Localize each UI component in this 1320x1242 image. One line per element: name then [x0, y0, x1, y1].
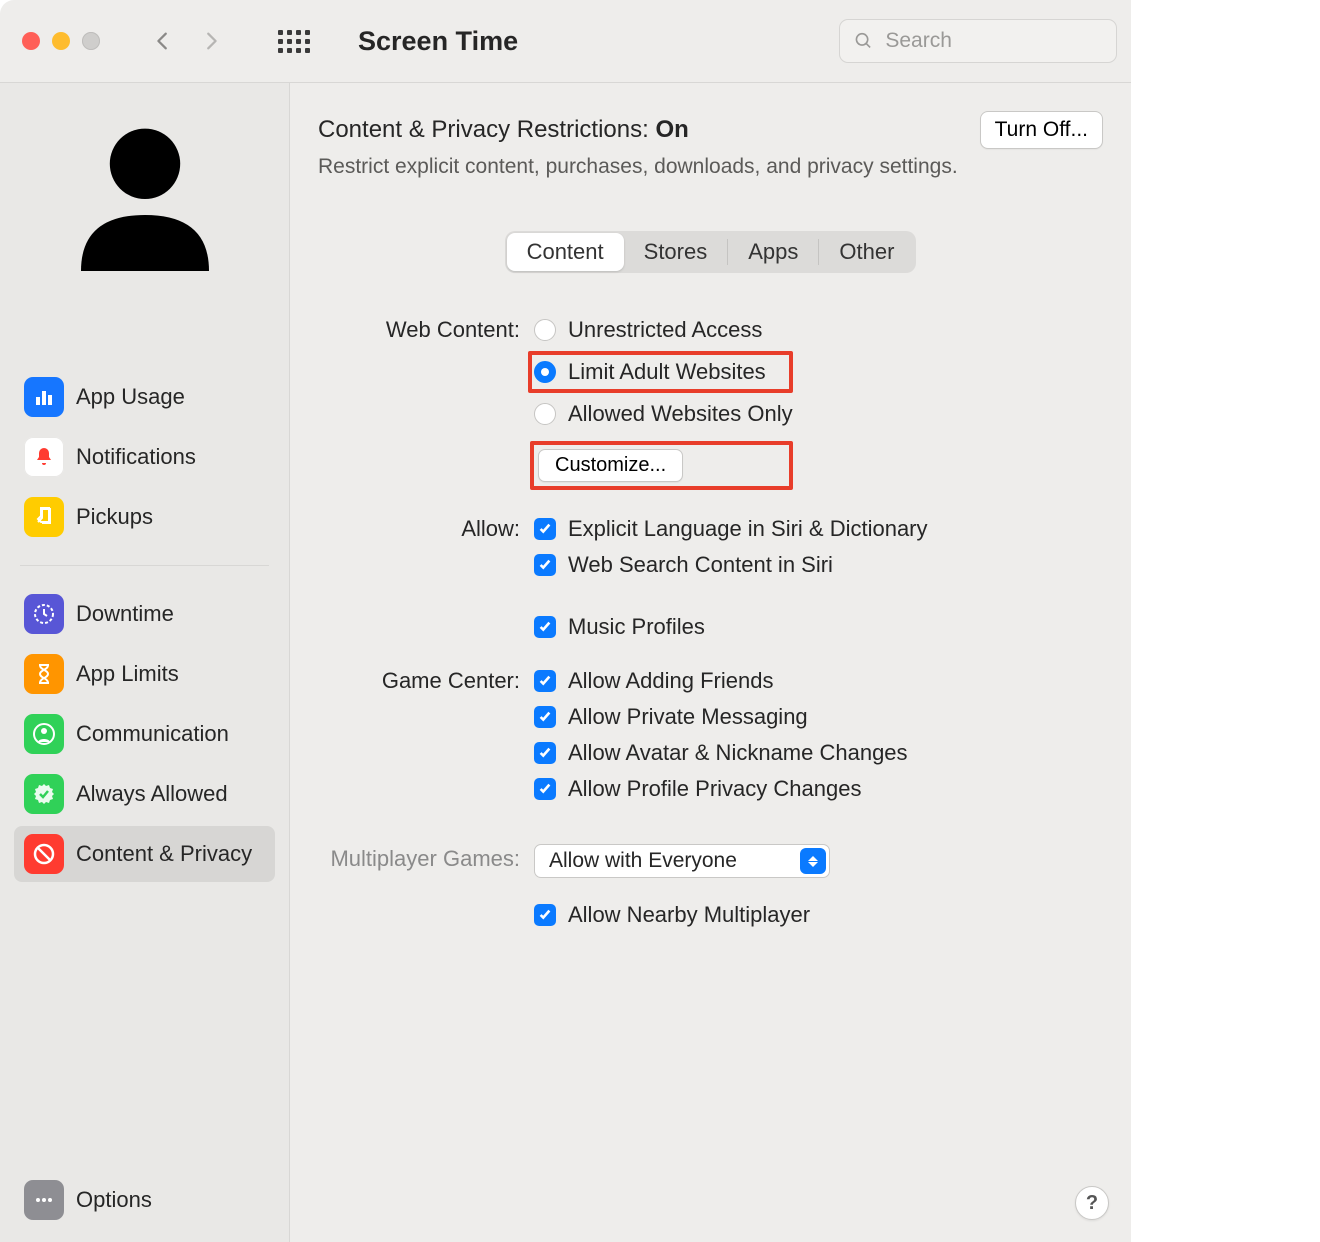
no-sign-icon: [24, 834, 64, 874]
customize-button[interactable]: Customize...: [538, 449, 683, 482]
sidebar-item-options[interactable]: Options: [14, 1172, 275, 1228]
sidebar-item-label: Communication: [76, 721, 229, 747]
radio-limit-adult[interactable]: Limit Adult Websites: [534, 357, 779, 387]
check-label: Allow Avatar & Nickname Changes: [568, 738, 908, 768]
check-label: Allow Adding Friends: [568, 666, 773, 696]
game-center-label: Game Center:: [318, 666, 534, 694]
show-all-icon[interactable]: [278, 30, 310, 53]
sidebar-item-label: Notifications: [76, 444, 196, 470]
section-heading: Content & Privacy Restrictions: On: [318, 116, 689, 144]
check-siri-explicit[interactable]: Explicit Language in Siri & Dictionary: [534, 514, 928, 544]
sidebar-item-downtime[interactable]: Downtime: [14, 586, 275, 642]
search-icon: [854, 30, 873, 52]
chevron-up-down-icon: [800, 848, 826, 874]
highlight-box: Customize...: [530, 441, 793, 490]
content-pane: Content & Privacy Restrictions: On Turn …: [290, 83, 1131, 1242]
check-music-profiles[interactable]: Music Profiles: [534, 612, 928, 642]
zoom-window-button[interactable]: [82, 32, 100, 50]
sidebar-item-app-usage[interactable]: App Usage: [14, 369, 275, 425]
radio-label: Allowed Websites Only: [568, 399, 793, 429]
back-icon[interactable]: [152, 30, 174, 52]
bell-icon: [24, 437, 64, 477]
check-gc-avatar[interactable]: Allow Avatar & Nickname Changes: [534, 738, 908, 768]
sidebar-item-label: Downtime: [76, 601, 174, 627]
sidebar-item-label: App Usage: [76, 384, 185, 410]
web-content-label: Web Content:: [318, 315, 534, 343]
radio-unrestricted[interactable]: Unrestricted Access: [534, 315, 793, 345]
allow-label: Allow:: [318, 514, 534, 542]
nav-arrows: [152, 30, 222, 52]
sidebar-item-notifications[interactable]: Notifications: [14, 429, 275, 485]
sidebar-item-label: App Limits: [76, 661, 179, 687]
help-button[interactable]: ?: [1075, 1186, 1109, 1220]
checkmark-icon: [534, 518, 556, 540]
sidebar-divider: [20, 565, 269, 566]
check-label: Music Profiles: [568, 612, 705, 642]
person-circle-icon: [24, 714, 64, 754]
sidebar-item-app-limits[interactable]: App Limits: [14, 646, 275, 702]
checkmark-icon: [534, 904, 556, 926]
check-label: Web Search Content in Siri: [568, 550, 833, 580]
clock-icon: [24, 594, 64, 634]
tab-bar: Content Stores Apps Other: [505, 231, 917, 273]
radio-icon: [534, 403, 556, 425]
multiplayer-label: Multiplayer Games:: [318, 844, 534, 872]
sidebar-item-pickups[interactable]: Pickups: [14, 489, 275, 545]
sidebar-item-label: Options: [76, 1187, 152, 1213]
person-icon: [65, 119, 225, 279]
checkmark-icon: [534, 742, 556, 764]
pickup-icon: [24, 497, 64, 537]
search-field[interactable]: [839, 19, 1117, 63]
sidebar-item-communication[interactable]: Communication: [14, 706, 275, 762]
sidebar-item-always-allowed[interactable]: Always Allowed: [14, 766, 275, 822]
multiplayer-select[interactable]: Allow with Everyone: [534, 844, 830, 878]
hourglass-icon: [24, 654, 64, 694]
checkmark-icon: [534, 706, 556, 728]
highlight-box: Limit Adult Websites: [528, 351, 793, 393]
check-siri-web[interactable]: Web Search Content in Siri: [534, 550, 928, 580]
tab-other[interactable]: Other: [819, 233, 914, 271]
close-window-button[interactable]: [22, 32, 40, 50]
check-gc-messaging[interactable]: Allow Private Messaging: [534, 702, 908, 732]
radio-label: Unrestricted Access: [568, 315, 762, 345]
check-gc-friends[interactable]: Allow Adding Friends: [534, 666, 908, 696]
checkmark-icon: [534, 778, 556, 800]
search-input[interactable]: [883, 28, 1102, 54]
minimize-window-button[interactable]: [52, 32, 70, 50]
sidebar: App Usage Notifications Pickups: [0, 83, 290, 1242]
sidebar-item-label: Pickups: [76, 504, 153, 530]
radio-label: Limit Adult Websites: [568, 357, 766, 387]
radio-allowed-only[interactable]: Allowed Websites Only: [534, 399, 793, 429]
bar-chart-icon: [24, 377, 64, 417]
sidebar-item-label: Always Allowed: [76, 781, 228, 807]
tab-stores[interactable]: Stores: [624, 233, 728, 271]
turn-off-button[interactable]: Turn Off...: [980, 111, 1103, 149]
prefs-window: Screen Time App Usage: [0, 0, 1131, 1242]
checkmark-seal-icon: [24, 774, 64, 814]
user-avatar: [14, 119, 275, 279]
check-label: Allow Private Messaging: [568, 702, 808, 732]
tab-content[interactable]: Content: [507, 233, 624, 271]
check-label: Allow Profile Privacy Changes: [568, 774, 861, 804]
section-description: Restrict explicit content, purchases, do…: [318, 155, 1103, 179]
check-label: Allow Nearby Multiplayer: [568, 900, 810, 930]
window-controls: [22, 32, 100, 50]
select-value: Allow with Everyone: [549, 849, 737, 873]
check-nearby-multiplayer[interactable]: Allow Nearby Multiplayer: [534, 900, 830, 930]
checkmark-icon: [534, 554, 556, 576]
titlebar: Screen Time: [0, 0, 1131, 83]
checkmark-icon: [534, 670, 556, 692]
sidebar-item-content-privacy[interactable]: Content & Privacy: [14, 826, 275, 882]
forward-icon[interactable]: [200, 30, 222, 52]
check-label: Explicit Language in Siri & Dictionary: [568, 514, 928, 544]
sidebar-item-label: Content & Privacy: [76, 841, 252, 867]
radio-icon: [534, 319, 556, 341]
checkmark-icon: [534, 616, 556, 638]
radio-icon: [534, 361, 556, 383]
check-gc-profile[interactable]: Allow Profile Privacy Changes: [534, 774, 908, 804]
window-title: Screen Time: [358, 26, 518, 57]
ellipsis-icon: [24, 1180, 64, 1220]
tab-apps[interactable]: Apps: [728, 233, 818, 271]
